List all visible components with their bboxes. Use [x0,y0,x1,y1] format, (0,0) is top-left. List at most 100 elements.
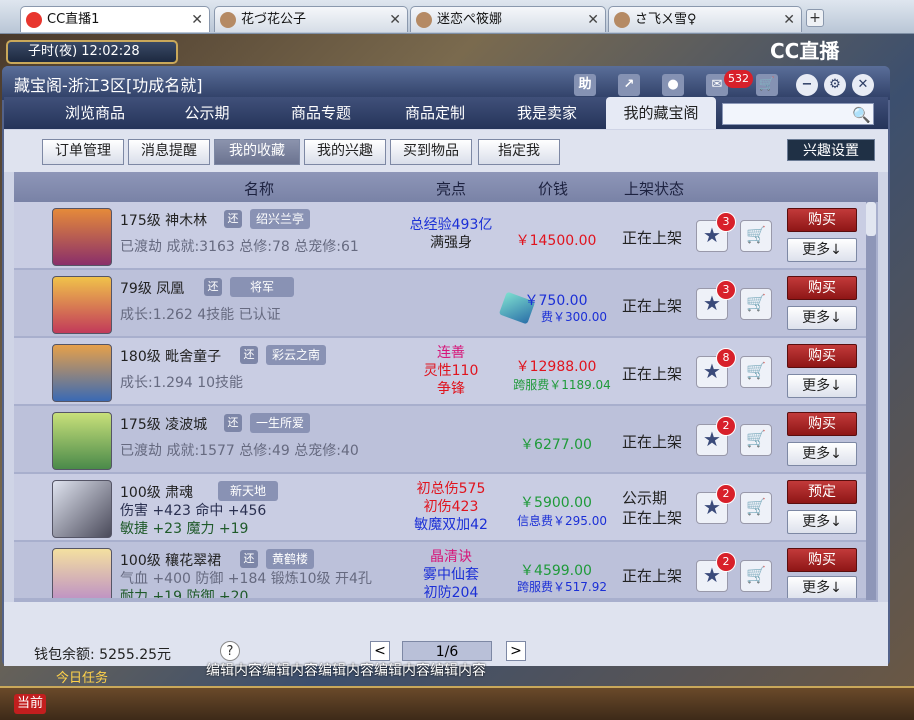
item-price: ￥4599.00 [520,563,592,579]
item-details-2: 敏捷 +23 魔力 +19 [120,521,249,537]
pet-avatar [52,276,112,334]
table-row[interactable]: 100级 穰花翠裙 还 黄鹤楼 气血 +400 防御 +184 锻炼10级 开4… [14,542,870,598]
browser-tab-2[interactable]: 花づ花公子 ✕ [214,6,408,32]
cart-icon[interactable]: 🛒 [740,356,772,388]
settings-icon[interactable]: ⚙ [824,74,846,96]
cart-icon[interactable]: 🛒 [740,220,772,252]
game-clock: 子时(夜) 12:02:28 [6,40,178,64]
avatar-icon [416,12,432,28]
server-tag: 新天地 [218,481,279,501]
close-icon[interactable]: ✕ [191,7,203,33]
buy-button[interactable]: 购买 [787,208,857,232]
close-icon[interactable]: ✕ [783,7,795,33]
item-details: 已渡劫 成就:1577 总修:49 总宠修:40 [120,443,359,459]
my-favorites-button[interactable]: 我的收藏 [214,139,300,165]
column-status: 上架状态 [624,180,685,198]
cart-icon[interactable]: 🛒 [756,74,778,96]
more-button[interactable]: 更多↓ [787,510,857,534]
more-button[interactable]: 更多↓ [787,374,857,398]
item-level-name: 79级 凤凰 [120,281,185,297]
item-price: ￥14500.00 [515,233,597,249]
table-row[interactable]: 100级 肃魂 新天地 伤害 +423 命中 +456 敏捷 +23 魔力 +1… [14,474,870,540]
message-reminder-button[interactable]: 消息提醒 [128,139,210,165]
minimize-icon[interactable]: − [796,74,818,96]
close-icon[interactable]: ✕ [587,7,599,33]
highlight-1: 总经验493亿 [409,217,493,233]
character-avatar [52,412,112,470]
browser-tab-title: さ飞ㄨ雪♀ [635,12,697,27]
item-price: ￥5900.00 [520,495,592,511]
table-row[interactable]: 175级 凌波城 还 一生所爱 已渡劫 成就:1577 总修:49 总宠修:40… [14,406,870,472]
cart-icon[interactable]: 🛒 [740,560,772,592]
item-price: ￥750.00 [524,293,588,309]
more-button[interactable]: 更多↓ [787,576,857,598]
browser-tab-4[interactable]: さ飞ㄨ雪♀ ✕ [608,6,802,32]
favorite-count-badge: 3 [716,280,736,300]
tab-custom[interactable]: 商品定制 [380,97,490,129]
current-channel-button[interactable]: 当前 [14,694,46,714]
help-icon[interactable]: 助 [574,74,596,96]
highlight-3: 争锋 [437,381,465,397]
item-fee: 信息费￥295.00 [517,514,607,528]
daily-task-label[interactable]: 今日任务 [56,667,108,686]
favorite-count-badge: 2 [716,484,736,504]
browser-tab-title: 花づ花公子 [241,12,307,27]
assigned-to-me-button[interactable]: 指定我 [478,139,560,165]
more-button[interactable]: 更多↓ [787,306,857,330]
help-icon[interactable]: ? [220,641,240,661]
listing-status: 正在上架 [622,567,683,585]
record-icon[interactable]: ● [662,74,684,96]
buy-button[interactable]: 购买 [787,344,857,368]
column-highlights: 亮点 [436,180,467,198]
highlight-2: 雾中仙套 [423,567,479,583]
item-fee: 跨服费￥1189.04 [513,378,611,392]
search-icon[interactable]: 🔍 [852,106,871,124]
game-bottom-bar [0,686,914,720]
table-row[interactable]: 79级 凤凰 还 将军 成长:1.262 4技能 已认证 ￥750.00 费￥3… [14,270,870,336]
listing-status: 正在上架 [622,433,683,451]
pet-avatar [52,344,112,402]
prev-page-button[interactable]: < [370,641,390,661]
browser-tab-cc[interactable]: CC直播1 ✕ [20,6,210,32]
share-icon[interactable]: ↗ [618,74,640,96]
highlight-2: 初伤423 [423,499,479,515]
interest-settings-button[interactable]: 兴趣设置 [787,139,875,161]
buy-button[interactable]: 购买 [787,276,857,300]
more-button[interactable]: 更多↓ [787,238,857,262]
close-icon[interactable]: ✕ [389,7,401,33]
buy-button[interactable]: 购买 [787,412,857,436]
purchased-items-button[interactable]: 买到物品 [390,139,472,165]
scrollbar-thumb[interactable] [866,202,876,236]
highlight-2: 灵性110 [423,363,479,379]
return-badge: 还 [204,278,222,296]
reserve-button[interactable]: 预定 [787,480,857,504]
favorite-count-badge: 2 [716,416,736,436]
close-icon[interactable]: ✕ [852,74,874,96]
browser-tab-3[interactable]: 迷恋ぺ筱娜 ✕ [410,6,606,32]
next-page-button[interactable]: > [506,641,526,661]
column-price: 价钱 [538,180,569,198]
favorite-count-badge: 2 [716,552,736,572]
tab-my-pavilion[interactable]: 我的藏宝阁 [606,97,716,129]
tab-seller[interactable]: 我是卖家 [492,97,602,129]
more-button[interactable]: 更多↓ [787,442,857,466]
wallet-balance: 钱包余额: 5255.25元 [34,647,172,663]
tab-browse[interactable]: 浏览商品 [40,97,150,129]
table-scrollbar[interactable] [866,202,876,600]
tab-topics[interactable]: 商品专题 [266,97,376,129]
new-tab-button[interactable]: + [806,9,824,27]
item-details: 伤害 +423 命中 +456 [120,503,267,519]
my-interests-button[interactable]: 我的兴趣 [304,139,386,165]
panel-title: 藏宝阁-浙江3区[功成名就] [14,76,203,95]
listing-status: 正在上架 [622,229,683,247]
mail-count-badge: 532 [724,70,753,88]
cart-icon[interactable]: 🛒 [740,492,772,524]
cart-icon[interactable]: 🛒 [740,424,772,456]
buy-button[interactable]: 购买 [787,548,857,572]
table-row[interactable]: 175级 神木林 还 绍兴兰亭 已渡劫 成就:3163 总修:78 总宠修:61… [14,202,870,268]
cart-icon[interactable]: 🛒 [740,288,772,320]
tab-announcement[interactable]: 公示期 [152,97,262,129]
stream-overlay-text: 编辑内容编辑内容编辑内容编辑内容编辑内容 [206,663,486,679]
table-row[interactable]: 180级 毗舍童子 还 彩云之南 成长:1.294 10技能 连善 灵性110 … [14,338,870,404]
order-management-button[interactable]: 订单管理 [42,139,124,165]
